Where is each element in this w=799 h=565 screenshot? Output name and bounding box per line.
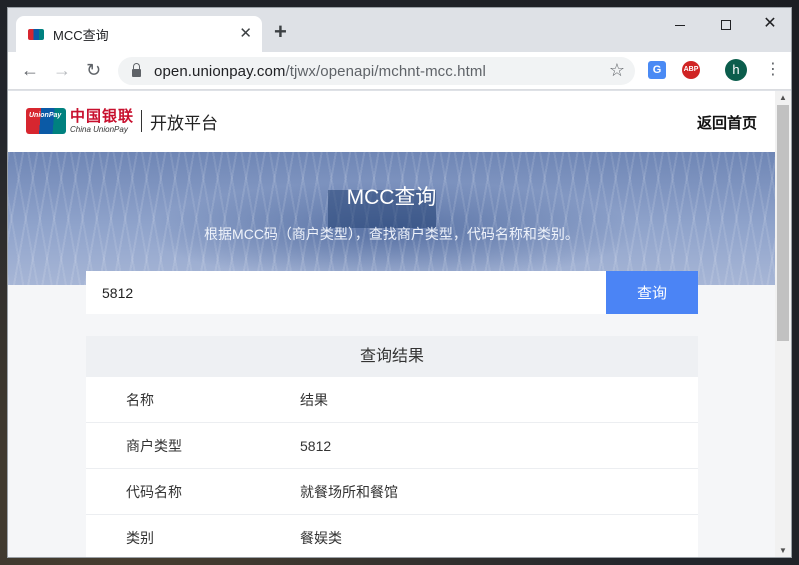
url-text[interactable]: open.unionpay.com/tjwx/openapi/mchnt-mcc…: [154, 63, 486, 80]
vertical-scrollbar[interactable]: ▲ ▼: [775, 91, 791, 557]
lock-icon[interactable]: [132, 63, 141, 77]
scroll-thumb[interactable]: [777, 105, 789, 341]
address-bar[interactable]: open.unionpay.com/tjwx/openapi/mchnt-mcc…: [118, 57, 635, 85]
row-value: 餐娱类: [300, 529, 342, 546]
unionpay-mark-icon: UnionPay: [26, 108, 66, 134]
tab-close-icon[interactable]: ✕: [239, 25, 252, 43]
table-row: 名称 结果: [86, 377, 698, 423]
row-value: 结果: [300, 391, 328, 408]
scroll-up-icon[interactable]: ▲: [779, 93, 787, 102]
row-key: 代码名称: [126, 483, 182, 500]
row-value: 就餐场所和餐馆: [300, 483, 398, 500]
translate-extension-icon[interactable]: G: [648, 61, 666, 79]
minimize-button[interactable]: [660, 14, 700, 34]
adblock-extension-icon[interactable]: ABP: [682, 61, 700, 79]
unionpay-favicon-icon: [28, 28, 44, 40]
logo-text: 中国银联 China UnionPay: [70, 109, 134, 134]
row-key: 类别: [126, 529, 154, 546]
table-row: 代码名称 就餐场所和餐馆: [86, 469, 698, 515]
results-table: 查询结果 名称 结果 商户类型 5812 代码名称 就餐场所和餐馆 类别 餐娱类: [86, 336, 698, 557]
star-icon[interactable]: ☆: [609, 60, 625, 81]
brand-cn: 中国银联: [70, 107, 135, 125]
mcc-search-input[interactable]: [86, 271, 606, 314]
results-heading: 查询结果: [86, 336, 698, 377]
row-key: 名称: [126, 391, 154, 408]
maximize-button[interactable]: [706, 14, 746, 34]
platform-name: 开放平台: [150, 113, 219, 133]
new-tab-button[interactable]: +: [274, 21, 287, 43]
page-title: MCC查询: [346, 186, 437, 209]
forward-arrow-icon[interactable]: →: [53, 60, 71, 80]
page-viewport: UnionPay 中国银联 China UnionPay 开放平台 返回首页 M…: [8, 91, 775, 557]
site-header: UnionPay 中国银联 China UnionPay 开放平台 返回首页: [8, 91, 775, 152]
page-subtitle: 根据MCC码（商户类型），查找商户类型，代码名称和类别。: [204, 226, 579, 242]
reload-icon[interactable]: ↻: [86, 60, 101, 80]
kebab-menu-icon[interactable]: ⋮: [765, 60, 781, 80]
maximize-icon: [721, 20, 731, 31]
home-link[interactable]: 返回首页: [697, 112, 757, 133]
hero-banner: MCC查询 根据MCC码（商户类型），查找商户类型，代码名称和类别。: [8, 152, 775, 285]
search-bar: 查询: [86, 271, 698, 314]
row-value: 5812: [300, 437, 332, 454]
row-key: 商户类型: [126, 437, 182, 454]
logo-mark-text: UnionPay: [29, 112, 62, 119]
table-row: 商户类型 5812: [86, 423, 698, 469]
url-host: open.unionpay.com: [154, 62, 286, 80]
tab-strip: MCC查询 ✕ + ✕: [8, 8, 791, 52]
tab-title: MCC查询: [53, 27, 109, 43]
table-row: 类别 餐娱类: [86, 515, 698, 557]
url-path: /tjwx/openapi/mchnt-mcc.html: [285, 62, 486, 80]
window-close-button[interactable]: ✕: [750, 14, 790, 34]
search-button[interactable]: 查询: [606, 271, 698, 314]
brand-en: China UnionPay: [70, 124, 128, 134]
browser-window: MCC查询 ✕ + ✕ ← → ↻ open.unionpay.com/tjwx…: [8, 8, 791, 557]
scroll-down-icon[interactable]: ▼: [779, 546, 787, 555]
logo-divider: [141, 110, 143, 132]
tab-mcc-query[interactable]: MCC查询 ✕: [16, 16, 262, 52]
unionpay-logo[interactable]: UnionPay 中国银联 China UnionPay 开放平台: [26, 108, 218, 134]
profile-avatar[interactable]: h: [725, 59, 747, 81]
back-arrow-icon[interactable]: ←: [21, 60, 39, 80]
browser-toolbar: ← → ↻ open.unionpay.com/tjwx/openapi/mch…: [8, 52, 791, 90]
minimize-icon: [675, 24, 685, 26]
